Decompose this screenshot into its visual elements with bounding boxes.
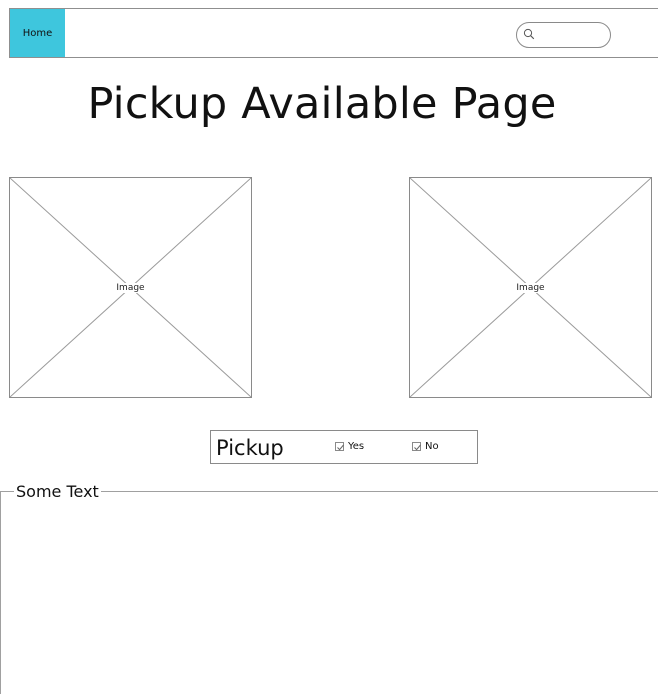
- home-button[interactable]: Home: [10, 9, 65, 57]
- home-button-label: Home: [22, 27, 53, 39]
- page-title: Pickup Available Page: [87, 79, 557, 129]
- group-border-left: [0, 491, 1, 694]
- pickup-yes-checkbox[interactable]: Yes: [335, 441, 364, 452]
- checkbox-checked-icon: [412, 442, 421, 451]
- checkbox-checked-icon: [335, 442, 344, 451]
- pickup-yes-label: Yes: [348, 441, 365, 452]
- top-nav-bar: Home: [9, 8, 658, 58]
- search-input[interactable]: [516, 22, 611, 48]
- group-legend: Some Text: [14, 482, 101, 502]
- image-placeholder-left: Image: [9, 177, 252, 398]
- search-icon: [523, 28, 535, 40]
- pickup-no-checkbox[interactable]: No: [412, 441, 439, 452]
- page-root: Home Pickup Available Page Image Image P…: [0, 0, 658, 694]
- image-label: Image: [513, 282, 548, 293]
- pickup-options-box: Pickup Yes No: [210, 430, 478, 464]
- image-placeholder-right: Image: [409, 177, 652, 398]
- image-label: Image: [113, 282, 148, 293]
- pickup-label: Pickup: [216, 436, 284, 460]
- pickup-no-label: No: [425, 441, 439, 452]
